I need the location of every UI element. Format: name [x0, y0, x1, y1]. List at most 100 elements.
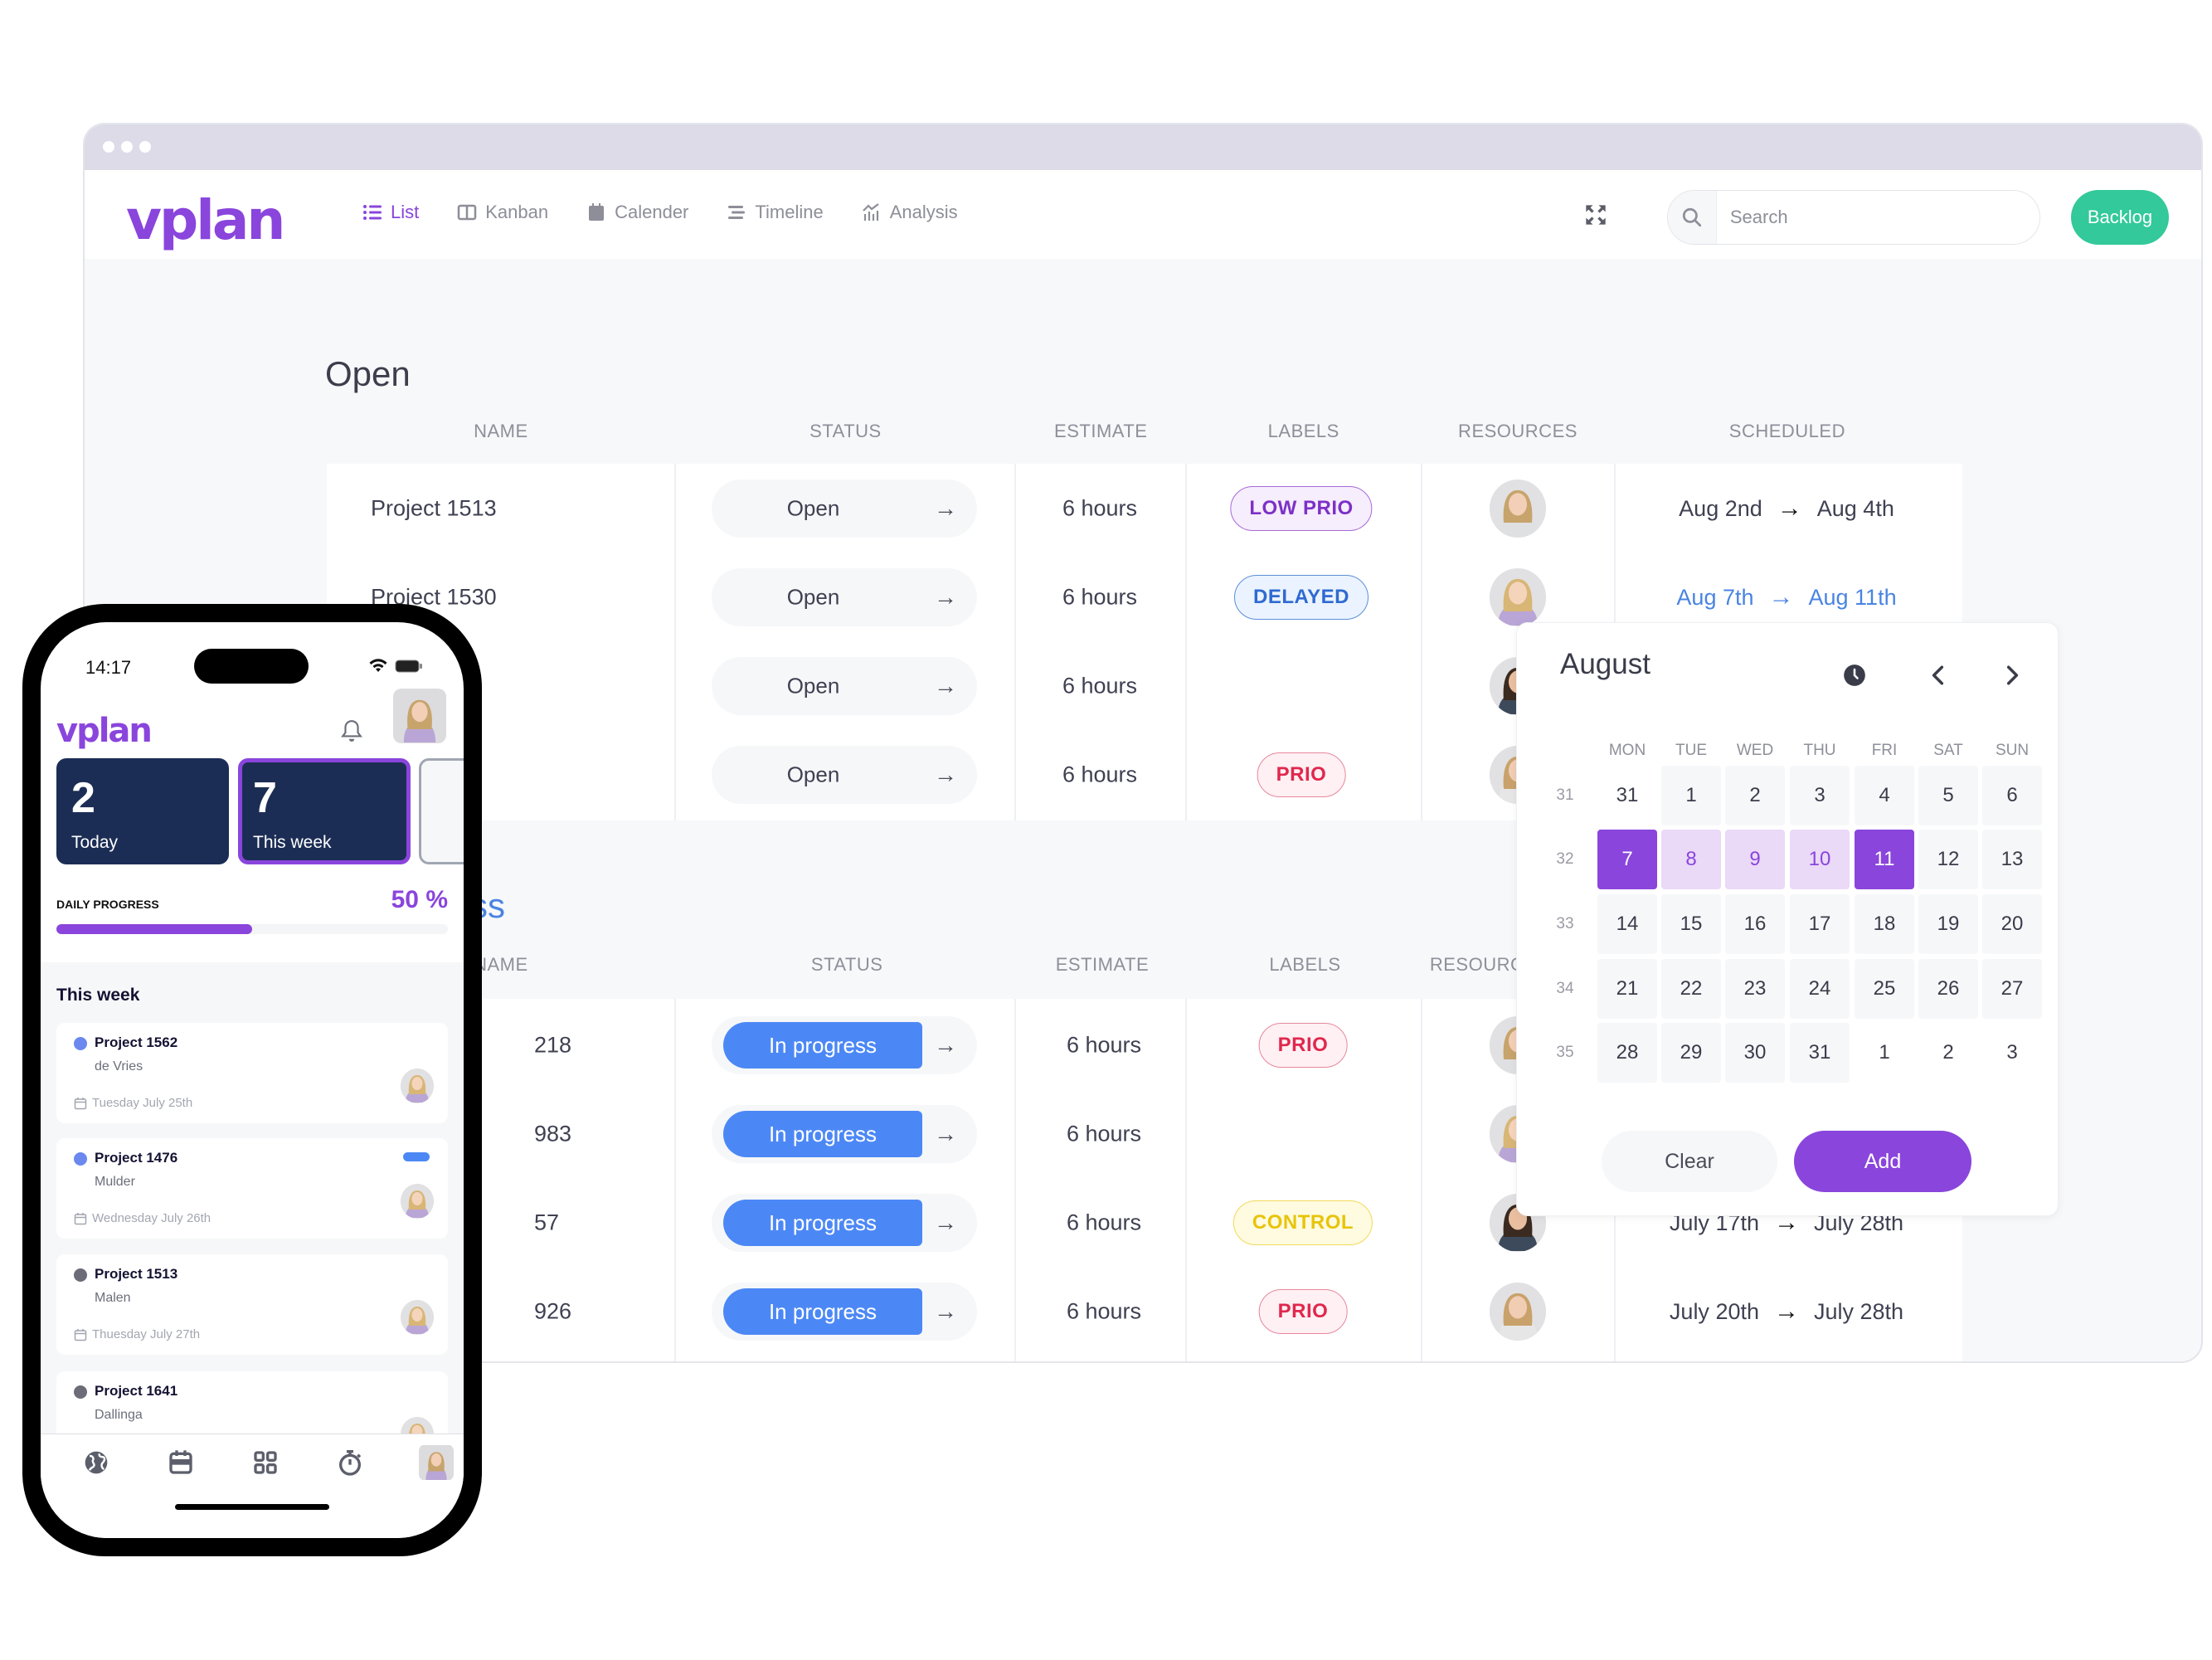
calendar-day[interactable]: 15: [1661, 894, 1721, 954]
clear-button[interactable]: Clear: [1602, 1131, 1777, 1192]
resource-avatar[interactable]: [1490, 1283, 1546, 1341]
column-header-estimate[interactable]: ESTIMATE: [1056, 954, 1149, 976]
scheduled-range[interactable]: July 20th → July 28th: [1670, 1297, 1903, 1326]
calendar-day[interactable]: 10: [1790, 830, 1850, 889]
calendar-day[interactable]: 13: [1982, 830, 2042, 889]
column-header-scheduled[interactable]: SCHEDULED: [1729, 421, 1845, 442]
calendar-day[interactable]: 4: [1855, 766, 1914, 825]
label-badge[interactable]: DELAYED: [1234, 575, 1369, 620]
project-name[interactable]: 926: [534, 1299, 571, 1325]
window-dot[interactable]: [103, 141, 114, 153]
window-dot[interactable]: [139, 141, 151, 153]
calendar-day[interactable]: 31: [1790, 1023, 1850, 1083]
status-button[interactable]: Open →: [712, 480, 977, 538]
calendar-day[interactable]: 24: [1790, 959, 1850, 1019]
next-month-button[interactable]: [1999, 662, 2025, 689]
calendar-day[interactable]: 16: [1725, 894, 1785, 954]
column-header-labels[interactable]: LABELS: [1269, 954, 1340, 976]
label-badge[interactable]: LOW PRIO: [1230, 486, 1373, 531]
calendar-day[interactable]: 8: [1661, 830, 1721, 889]
search-field[interactable]: [1667, 190, 2040, 245]
project-card[interactable]: Project 1476 Mulder Wednesday July 26th: [56, 1138, 448, 1239]
calendar-day[interactable]: 18: [1855, 894, 1914, 954]
label-badge[interactable]: CONTROL: [1232, 1200, 1373, 1245]
profile-avatar[interactable]: [393, 689, 446, 743]
calendar-day[interactable]: 25: [1855, 959, 1914, 1019]
status-button[interactable]: Open →: [712, 746, 977, 804]
calendar-day[interactable]: 6: [1982, 766, 2042, 825]
calendar-day[interactable]: 28: [1597, 1023, 1657, 1083]
prev-month-button[interactable]: [1925, 662, 1952, 689]
label-badge[interactable]: PRIO: [1257, 752, 1346, 797]
calendar-day[interactable]: 1: [1661, 766, 1721, 825]
resource-avatar[interactable]: [1490, 568, 1546, 626]
stat-card-today[interactable]: 2 Today: [56, 758, 229, 864]
calendar-day[interactable]: 31: [1597, 766, 1657, 825]
calendar-day[interactable]: 29: [1661, 1023, 1721, 1083]
calendar-day[interactable]: 9: [1725, 830, 1785, 889]
status-button[interactable]: Open →: [712, 568, 977, 626]
column-header-name[interactable]: NAME: [474, 421, 528, 442]
window-dot[interactable]: [121, 141, 133, 153]
label-badge[interactable]: PRIO: [1258, 1023, 1348, 1068]
calendar-day[interactable]: 2: [1918, 1023, 1978, 1083]
profile-avatar[interactable]: [419, 1444, 454, 1481]
scheduled-range[interactable]: Aug 7th → Aug 11th: [1676, 583, 1896, 611]
calendar-day[interactable]: 12: [1918, 830, 1978, 889]
search-button[interactable]: [1668, 191, 1717, 244]
calendar-day[interactable]: 19: [1918, 894, 1978, 954]
status-button[interactable]: In progress →: [712, 1283, 977, 1341]
calendar-day[interactable]: 22: [1661, 959, 1721, 1019]
home-indicator[interactable]: [175, 1504, 329, 1510]
project-card[interactable]: Project 1513 Malen Thuesday July 27th: [56, 1254, 448, 1355]
calendar-day[interactable]: 26: [1918, 959, 1978, 1019]
column-header-resources[interactable]: RESOURCES: [1458, 421, 1578, 442]
calendar-day[interactable]: 23: [1725, 959, 1785, 1019]
status-button[interactable]: Open →: [712, 657, 977, 715]
stat-card-this-week[interactable]: 7 This week: [238, 758, 411, 864]
stopwatch-icon[interactable]: [337, 1449, 363, 1476]
calendar-day[interactable]: 11: [1855, 830, 1914, 889]
calendar-day[interactable]: 20: [1982, 894, 2042, 954]
scheduled-range[interactable]: Aug 2nd → Aug 4th: [1679, 494, 1894, 523]
stat-card-next[interactable]: [419, 758, 464, 864]
calendar-day[interactable]: 1: [1855, 1023, 1914, 1083]
vplan-logo[interactable]: vplan: [126, 188, 285, 252]
bell-icon[interactable]: [341, 719, 362, 742]
calendar-day[interactable]: 2: [1725, 766, 1785, 825]
project-name[interactable]: 218: [534, 1033, 571, 1059]
globe-icon[interactable]: [83, 1449, 109, 1476]
calendar-day[interactable]: 27: [1982, 959, 2042, 1019]
calendar-day[interactable]: 3: [1982, 1023, 2042, 1083]
project-card[interactable]: Project 1562 de Vries Tuesday July 25th: [56, 1023, 448, 1123]
project-name[interactable]: Project 1513: [371, 496, 497, 522]
backlog-button[interactable]: Backlog: [2071, 190, 2169, 245]
search-input[interactable]: [1716, 191, 2039, 244]
expand-icon[interactable]: [1584, 203, 1607, 226]
column-header-estimate[interactable]: ESTIMATE: [1054, 421, 1147, 442]
status-button[interactable]: In progress →: [712, 1016, 977, 1074]
calendar-day[interactable]: 21: [1597, 959, 1657, 1019]
grid-icon[interactable]: [252, 1449, 279, 1476]
column-header-labels[interactable]: LABELS: [1268, 421, 1339, 442]
status-button[interactable]: In progress →: [712, 1105, 977, 1163]
add-button[interactable]: Add: [1794, 1131, 1971, 1192]
calendar-day[interactable]: 17: [1790, 894, 1850, 954]
project-name[interactable]: 57: [534, 1210, 559, 1236]
calendar-day[interactable]: 5: [1918, 766, 1978, 825]
column-header-status[interactable]: STATUS: [809, 421, 882, 442]
tab-analysis[interactable]: Analysis: [862, 202, 958, 223]
tab-list[interactable]: List: [362, 202, 419, 223]
calendar-icon[interactable]: [168, 1449, 194, 1476]
status-button[interactable]: In progress →: [712, 1194, 977, 1252]
column-header-status[interactable]: STATUS: [811, 954, 883, 976]
resource-avatar[interactable]: [1490, 480, 1546, 538]
tab-calender[interactable]: Calender: [586, 202, 688, 223]
label-badge[interactable]: PRIO: [1258, 1289, 1348, 1334]
calendar-day[interactable]: 3: [1790, 766, 1850, 825]
tab-timeline[interactable]: Timeline: [727, 202, 824, 223]
project-name[interactable]: 983: [534, 1122, 571, 1147]
calendar-day[interactable]: 7: [1597, 830, 1657, 889]
tab-kanban[interactable]: Kanban: [457, 202, 548, 223]
calendar-day[interactable]: 30: [1725, 1023, 1785, 1083]
